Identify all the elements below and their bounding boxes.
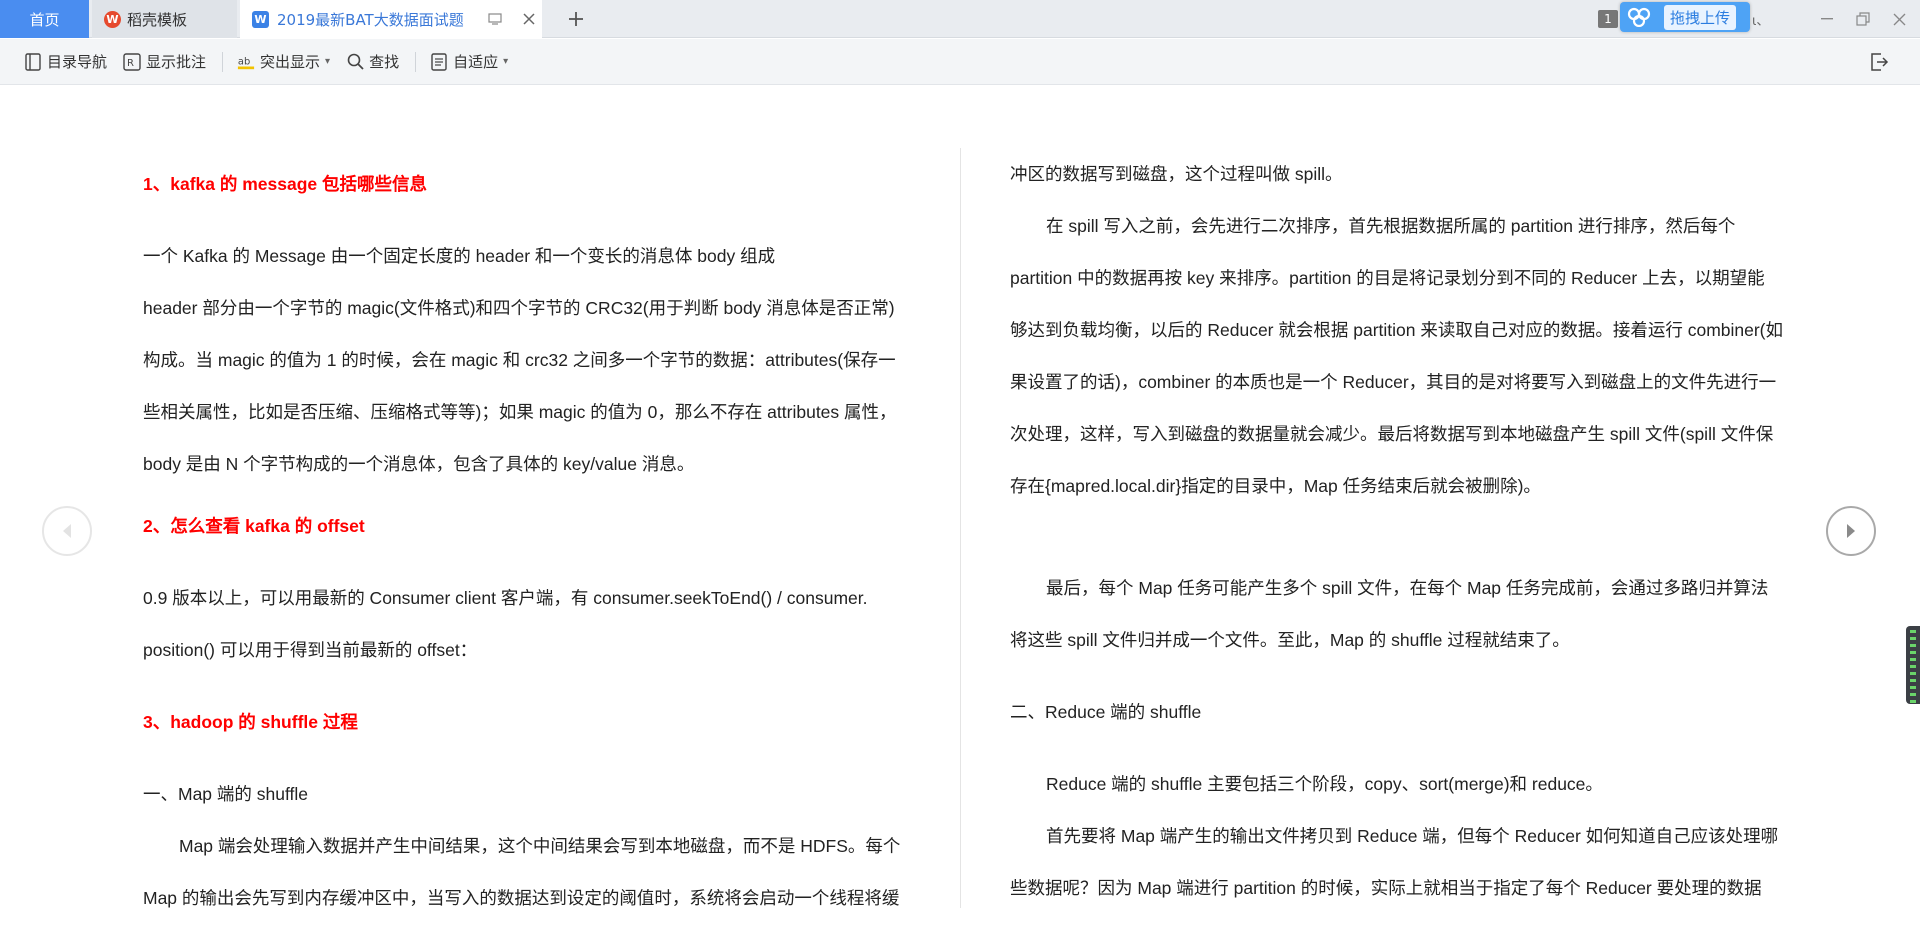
toc-icon [24,52,42,71]
chevron-down-icon: ▾ [325,56,331,67]
find-button[interactable]: 查找 [346,47,399,77]
upload-button[interactable]: 拖拽上传 [1620,2,1750,32]
heading-kafka-message: 1、kafka 的 message 包括哪些信息 [143,174,427,194]
paragraph-line: partition 中的数据再按 key 来排序。partition 的目是将记… [1010,268,1765,288]
paragraph-line: 些相关属性，比如是否压缩、压缩格式等等)；如果 magic 的值为 0，那么不存… [143,402,897,422]
previous-page-button[interactable] [42,506,92,556]
pin-tab-icon[interactable] [482,6,508,32]
paragraph-line: 最后，每个 Map 任务可能产生多个 spill 文件，在每个 Map 任务完成… [1046,578,1769,598]
word-doc-icon: W [252,10,269,28]
tab-document-label: 2019最新BAT大数据面试题 [277,10,464,29]
annotation-icon: R [123,52,141,71]
subheading-reduce-shuffle: 二、Reduce 端的 shuffle [1010,702,1202,722]
show-annotations-button[interactable]: R 显示批注 [123,47,206,77]
close-tab-icon[interactable] [516,6,542,32]
fit-label: 自适应 [453,53,499,71]
baidu-cloud-icon [1624,4,1654,30]
paragraph-line: 在 spill 写入之前，会先进行二次排序，首先根据数据所属的 partitio… [1046,216,1736,236]
find-label: 查找 [369,53,400,71]
paragraph-line: Map 的输出会先写到内存缓冲区中，当写入的数据达到设定的阈值时，系统将会启动一… [143,888,900,908]
page-divider [960,148,961,908]
heading-kafka-offset: 2、怎么查看 kafka 的 offset [143,516,365,536]
page-fit-icon [430,52,448,71]
tab-home-label: 首页 [29,10,60,29]
highlight-icon: ab [237,53,255,71]
heading-hadoop-shuffle: 3、hadoop 的 shuffle 过程 [143,712,358,732]
fit-mode-button[interactable]: 自适应 ▾ [430,47,508,77]
paragraph-line: header 部分由一个字节的 magic(文件格式)和四个字节的 CRC32(… [143,298,895,318]
highlight-label: 突出显示 [260,53,321,71]
tab-template[interactable]: W 稻壳模板 [92,0,237,38]
upload-tail-text: ι、 [1752,14,1770,29]
paragraph-line: 果设置了的话)，combiner 的本质也是一个 Reducer，其目的是对将要… [1010,372,1777,392]
wps-logo-icon: W [104,10,121,28]
paragraph-line: 构成。当 magic 的值为 1 的时候，会在 magic 和 crc32 之间… [143,350,896,370]
chevron-down-icon: ▾ [503,56,509,67]
svg-text:R: R [127,58,134,69]
tab-template-label: 稻壳模板 [127,10,188,29]
paragraph-line: position() 可以用于得到当前最新的 offset： [143,640,478,660]
tab-document[interactable]: W 2019最新BAT大数据面试题 [240,0,542,38]
paragraph-line: 次处理，这样，写入到磁盘的数据量就会减少。最后将数据写到本地磁盘产生 spill… [1010,424,1774,444]
new-tab-button[interactable] [562,5,590,33]
paragraph-line: 存在{mapred.local.dir}指定的目录中，Map 任务结束后就会被删… [1010,476,1541,496]
paragraph-line: 0.9 版本以上，可以用最新的 Consumer client 客户端，有 co… [143,588,868,608]
paragraph-line: 首先要将 Map 端产生的输出文件拷贝到 Reduce 端，但每个 Reduce… [1046,826,1779,846]
highlight-button[interactable]: ab 突出显示 ▾ [237,47,330,77]
toc-label: 目录导航 [47,53,108,71]
close-window-icon[interactable] [1884,6,1914,32]
page-count-badge: 1 [1598,10,1618,28]
toc-navigation-button[interactable]: 目录导航 [24,47,107,77]
toolbar-divider [415,51,417,72]
toolbar-divider [222,51,224,72]
paragraph-line: body 是由 N 个字节构成的一个消息体，包含了具体的 key/value 消… [143,454,695,474]
svg-text:ab: ab [238,56,250,67]
reader-toolbar: 目录导航 R 显示批注 ab 突出显示 ▾ 查找 自适应 ▾ [0,39,1920,85]
exit-reading-mode-button[interactable] [1864,47,1894,77]
annotations-label: 显示批注 [146,53,207,71]
upload-button-label: 拖拽上传 [1664,4,1737,30]
paragraph-line: 些数据呢？因为 Map 端进行 partition 的时候，实际上就相当于指定了… [1010,878,1762,898]
search-icon [346,53,364,71]
next-page-button[interactable] [1826,506,1876,556]
subheading-map-shuffle: 一、Map 端的 shuffle [143,784,309,804]
paragraph-line: 将这些 spill 文件归并成一个文件。至此，Map 的 shuffle 过程就… [1010,630,1570,650]
restore-icon[interactable] [1848,6,1878,32]
minimize-icon[interactable] [1812,6,1842,32]
paragraph-line: Reduce 端的 shuffle 主要包括三个阶段，copy、sort(mer… [1046,774,1603,794]
paragraph-line: 一个 Kafka 的 Message 由一个固定长度的 header 和一个变长… [143,246,776,266]
document-view: 1、kafka 的 message 包括哪些信息 一个 Kafka 的 Mess… [0,86,1920,938]
tab-home[interactable]: 首页 [0,0,89,38]
paragraph-line: 够达到负载均衡，以后的 Reducer 就会根据 partition 来读取自己… [1010,320,1784,340]
paragraph-line: 冲区的数据写到磁盘，这个过程叫做 spill。 [1010,164,1343,184]
side-level-widget[interactable] [1906,626,1920,704]
paragraph-line: Map 端会处理输入数据并产生中间结果，这个中间结果会写到本地磁盘，而不是 HD… [179,836,901,856]
tab-bar: 首页 W 稻壳模板 W 2019最新BAT大数据面试题 1 拖拽上传 ι、 [0,0,1920,38]
